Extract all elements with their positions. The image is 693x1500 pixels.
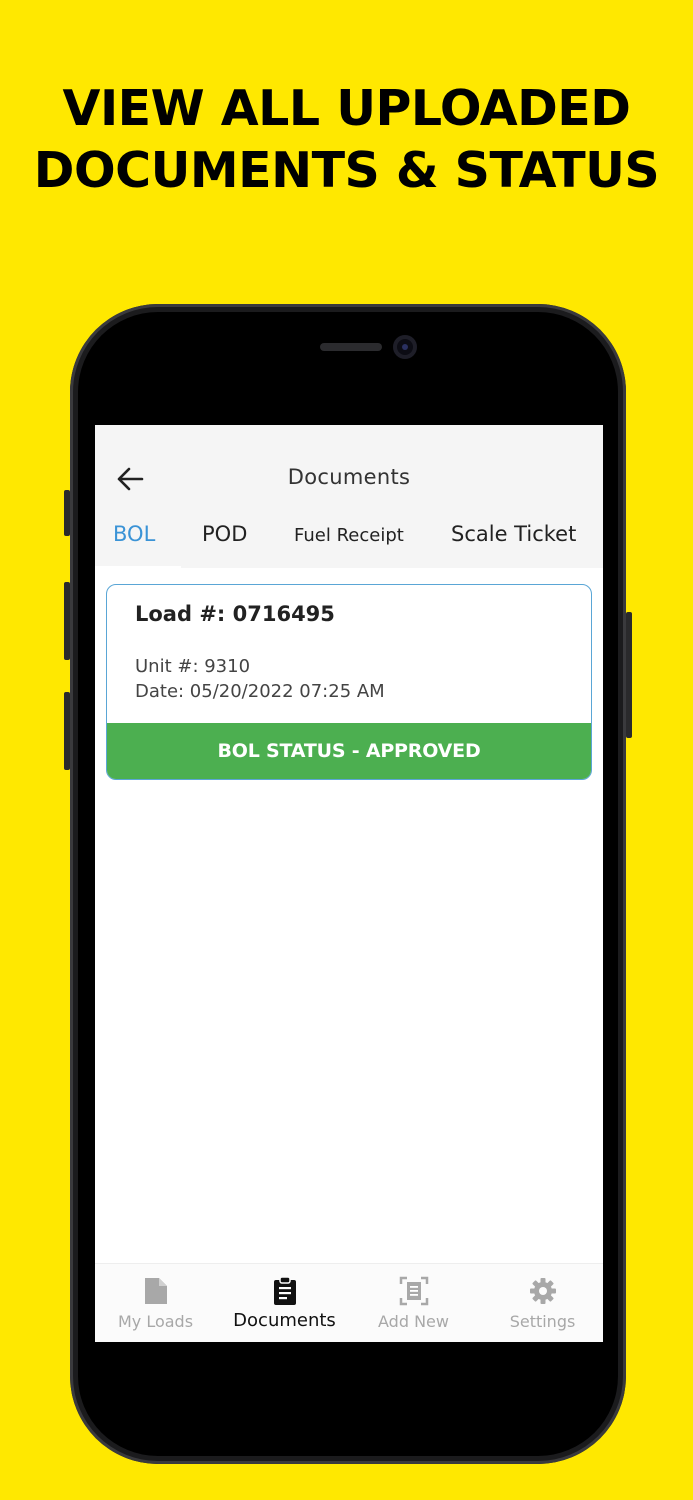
load-number: Load #: 0716495 <box>135 602 335 626</box>
unit-number: Unit #: 9310 <box>135 656 251 677</box>
headline-line-1: VIEW ALL UPLOADED <box>62 80 631 137</box>
front-camera <box>393 335 417 359</box>
tab-pod[interactable]: POD <box>202 522 247 546</box>
active-tab-indicator <box>95 566 181 569</box>
nav-label-my-loads: My Loads <box>117 1312 194 1331</box>
app-screen: Documents BOL POD Fuel Receipt Scale Tic… <box>95 425 603 1342</box>
promo-headline: VIEW ALL UPLOADED DOCUMENTS & STATUS <box>0 78 693 202</box>
document-date: Date: 05/20/2022 07:25 AM <box>135 681 385 702</box>
tab-fuel-receipt[interactable]: Fuel Receipt <box>294 525 404 546</box>
scan-document-icon <box>399 1276 428 1306</box>
tab-scale-ticket[interactable]: Scale Ticket <box>451 522 576 546</box>
nav-label-add-new: Add New <box>378 1312 449 1331</box>
nav-label-settings: Settings <box>509 1312 576 1331</box>
document-icon <box>144 1278 167 1304</box>
nav-item-my-loads[interactable]: My Loads <box>95 1264 219 1342</box>
nav-item-settings[interactable]: Settings <box>479 1264 603 1342</box>
nav-label-documents: Documents <box>233 1310 336 1331</box>
nav-item-add-new[interactable]: Add New <box>350 1264 477 1342</box>
app-header: Documents BOL POD Fuel Receipt Scale Tic… <box>95 425 603 569</box>
headline-line-2: DOCUMENTS & STATUS <box>33 142 660 199</box>
page-title: Documents <box>287 465 411 489</box>
document-card[interactable]: Load #: 0716495 Unit #: 9310 Date: 05/20… <box>106 584 592 780</box>
phone-power-button <box>626 612 632 738</box>
tab-bol[interactable]: BOL <box>113 522 155 546</box>
phone-speaker <box>320 343 382 351</box>
status-badge: BOL STATUS - APPROVED <box>107 723 591 779</box>
bottom-navigation: My Loads Documents Add New Settings <box>95 1263 603 1342</box>
clipboard-icon <box>273 1276 296 1305</box>
nav-item-documents[interactable]: Documents <box>221 1264 348 1342</box>
gear-icon <box>529 1278 556 1304</box>
